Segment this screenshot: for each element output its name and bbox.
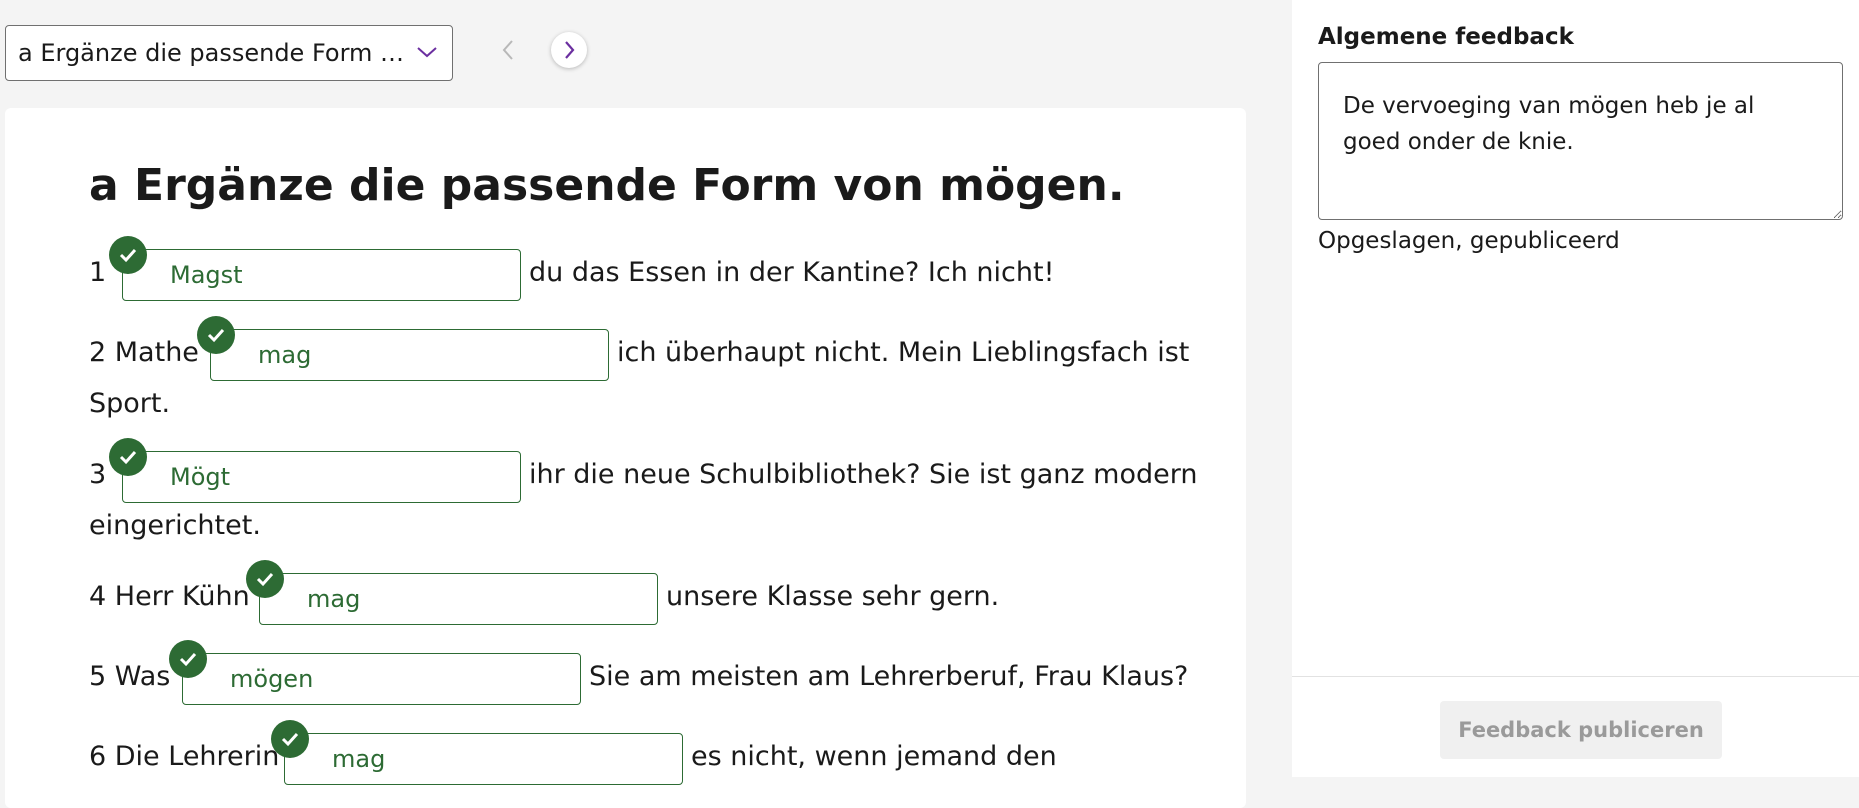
- item-4-text: unsere Klasse sehr gern.: [666, 581, 1000, 612]
- exercise-select[interactable]: a Ergänze die passende Form vo...: [5, 25, 453, 81]
- chevron-right-icon: [565, 41, 575, 59]
- item-6-prefix: 6 Die Lehrerin: [89, 741, 280, 772]
- exercise-title: a Ergänze die passende Form von mögen.: [89, 160, 1125, 211]
- item-2-text: ich überhaupt nicht. Mein Lieblingsfach …: [617, 337, 1190, 368]
- previous-exercise-button[interactable]: [494, 32, 522, 68]
- feedback-status: Opgeslagen, gepubliceerd: [1318, 228, 1620, 254]
- feedback-textarea[interactable]: De vervoeging van mögen heb je al goed o…: [1318, 62, 1843, 220]
- next-exercise-button[interactable]: [551, 32, 587, 68]
- chevron-down-icon: [417, 47, 437, 58]
- item-1-prefix: 1: [89, 257, 107, 288]
- feedback-label: Algemene feedback: [1318, 24, 1574, 50]
- check-circle-icon: [271, 720, 309, 758]
- item-2-answer-field[interactable]: mag: [210, 329, 609, 381]
- item-2-prefix: 2 Mathe: [89, 337, 199, 368]
- item-3-text: ihr die neue Schulbibliothek? Sie ist ga…: [529, 459, 1198, 490]
- check-circle-icon: [169, 640, 207, 678]
- item-5-answer-field[interactable]: mögen: [182, 653, 581, 705]
- check-circle-icon: [109, 438, 147, 476]
- check-circle-icon: [109, 236, 147, 274]
- item-4-answer-field[interactable]: mag: [259, 573, 658, 625]
- item-1-answer-field[interactable]: Magst: [122, 249, 521, 301]
- item-3-answer-field[interactable]: Mögt: [122, 451, 521, 503]
- item-3-prefix: 3: [89, 459, 107, 490]
- check-circle-icon: [197, 316, 235, 354]
- item-1-answer: Magst: [170, 261, 243, 289]
- item-6-answer-field[interactable]: mag: [284, 733, 683, 785]
- item-5-text: Sie am meisten am Lehrerberuf, Frau Klau…: [589, 661, 1189, 692]
- exercise-area: a Ergänze die passende Form vo... a Ergä…: [0, 0, 1292, 808]
- item-6-answer: mag: [332, 745, 386, 773]
- exercise-select-value: a Ergänze die passende Form vo...: [18, 39, 408, 67]
- publish-feedback-button[interactable]: Feedback publiceren: [1440, 701, 1722, 759]
- feedback-panel: Algemene feedback De vervoeging van möge…: [1292, 0, 1859, 777]
- item-4-answer: mag: [307, 585, 361, 613]
- item-5-prefix: 5 Was: [89, 661, 171, 692]
- item-3-continuation: eingerichtet.: [89, 510, 261, 541]
- chevron-left-icon: [502, 40, 513, 60]
- item-5-answer: mögen: [230, 665, 314, 693]
- panel-divider: [1292, 676, 1859, 677]
- item-2-continuation: Sport.: [89, 388, 171, 419]
- exercise-card: a Ergänze die passende Form von mögen. 1…: [5, 108, 1246, 808]
- check-circle-icon: [246, 560, 284, 598]
- item-3-answer: Mögt: [170, 463, 231, 491]
- item-6-text: es nicht, wenn jemand den: [691, 741, 1057, 772]
- item-4-prefix: 4 Herr Kühn: [89, 581, 250, 612]
- item-2-answer: mag: [258, 341, 312, 369]
- item-1-text: du das Essen in der Kantine? Ich nicht!: [529, 257, 1055, 288]
